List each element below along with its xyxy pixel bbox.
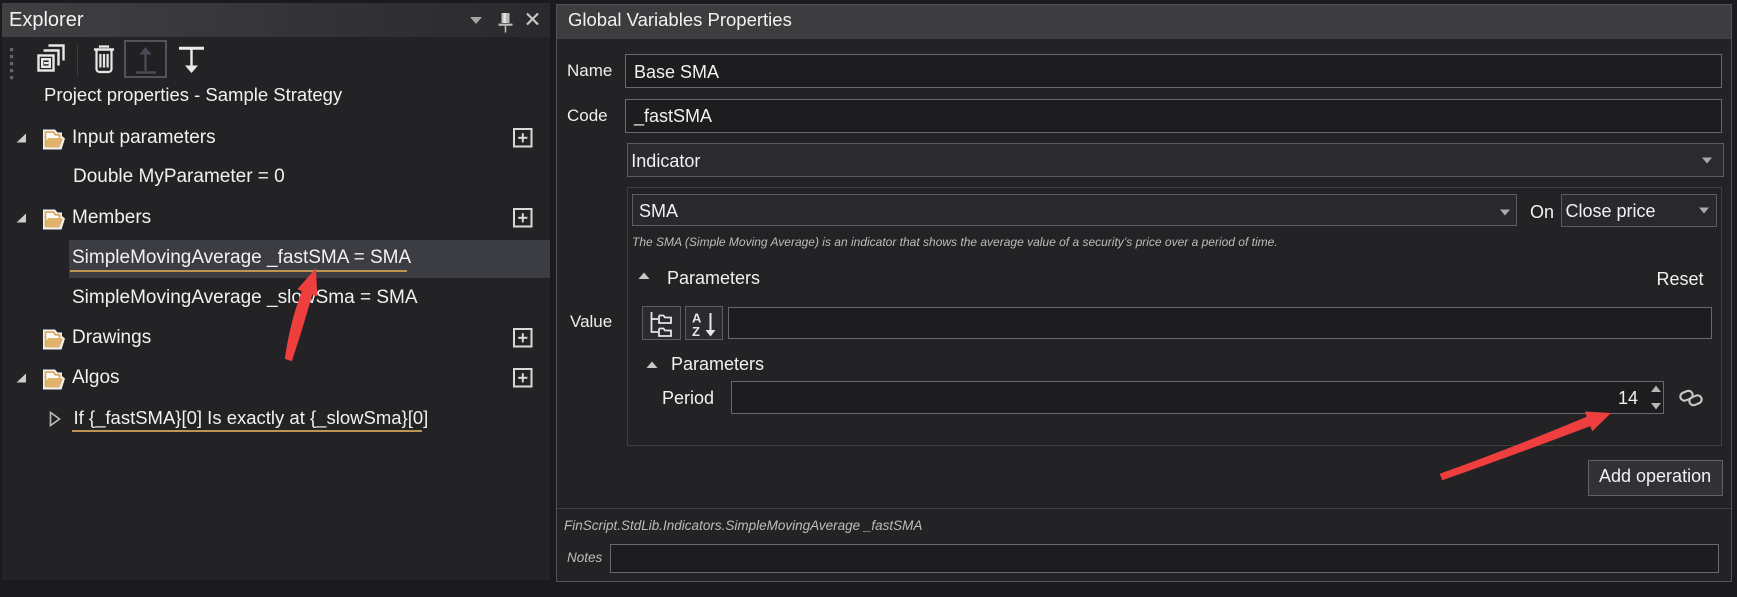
svg-text:Z: Z: [692, 324, 700, 337]
